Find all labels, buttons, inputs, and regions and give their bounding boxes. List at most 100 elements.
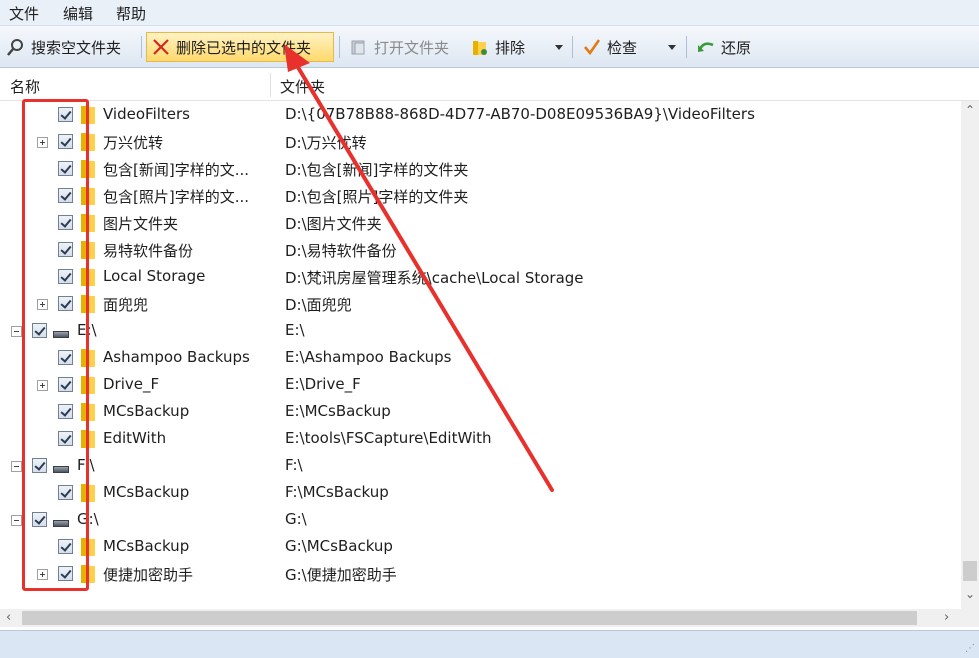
exclude-dropdown-button[interactable] (548, 32, 570, 62)
scroll-right-icon[interactable]: › (944, 610, 949, 625)
folder-icon (81, 430, 95, 448)
folder-icon (81, 538, 95, 556)
tree-row[interactable]: VideoFilters D:\{07B78B88-868D-4D77-AB70… (0, 102, 961, 129)
row-path: E:\MCsBackup (285, 402, 391, 420)
tree-row[interactable]: 便捷加密助手 G:\便捷加密助手 (0, 561, 961, 588)
expand-plus-icon[interactable] (37, 137, 48, 148)
row-name: Local Storage (103, 267, 206, 285)
row-name: G:\ (77, 510, 99, 528)
tree-row[interactable]: Ashampoo Backups E:\Ashampoo Backups (0, 345, 961, 372)
collapse-minus-icon[interactable] (11, 461, 22, 472)
tree-row[interactable]: 包含[照片]字样的文... D:\包含[照片]字样的文件夹 (0, 183, 961, 210)
row-name: 便捷加密助手 (103, 566, 194, 584)
folder-icon (81, 565, 95, 583)
expand-plus-icon[interactable] (37, 380, 48, 391)
column-divider[interactable] (270, 73, 271, 97)
row-name: E:\ (77, 321, 97, 339)
drive-icon (53, 520, 69, 527)
tree-row[interactable]: 图片文件夹 D:\图片文件夹 (0, 210, 961, 237)
folder-icon (81, 268, 95, 286)
horizontal-scrollbar[interactable]: ‹ › (0, 609, 961, 627)
menu-file[interactable]: 文件 (9, 3, 39, 24)
toolbar-separator (339, 36, 340, 58)
row-checkbox[interactable] (58, 350, 73, 365)
row-checkbox[interactable] (58, 242, 73, 257)
toolbar-separator (686, 36, 687, 58)
tree-row[interactable]: EditWith E:\tools\FSCapture\EditWith (0, 426, 961, 453)
tree-row[interactable]: MCsBackup E:\MCsBackup (0, 399, 961, 426)
row-path: E:\ (285, 321, 305, 339)
collapse-minus-icon[interactable] (11, 326, 22, 337)
row-name: MCsBackup (103, 402, 190, 420)
toolbar: 搜索空文件夹 删除已选中的文件夹 打开文件夹 排除 检查 还原 (0, 26, 979, 68)
row-checkbox[interactable] (58, 404, 73, 419)
row-path: G:\便捷加密助手 (285, 566, 397, 584)
row-checkbox[interactable] (32, 512, 47, 527)
row-path: G:\MCsBackup (285, 537, 393, 555)
folder-icon (81, 241, 95, 259)
tree-row[interactable]: Local Storage D:\梵讯房屋管理系统\cache\Local St… (0, 264, 961, 291)
check-dropdown-button[interactable] (661, 32, 683, 62)
column-name-header[interactable]: 名称 (10, 76, 40, 97)
tree-row[interactable]: 万兴优转 D:\万兴优转 (0, 129, 961, 156)
tree-row[interactable]: MCsBackup G:\MCsBackup (0, 534, 961, 561)
row-path: G:\ (285, 510, 307, 528)
check-button[interactable]: 检查 (578, 32, 658, 62)
row-checkbox[interactable] (58, 134, 73, 149)
horizontal-scroll-thumb[interactable] (22, 611, 917, 625)
exclude-label: 排除 (495, 38, 526, 57)
menu-help[interactable]: 帮助 (116, 3, 146, 24)
row-name: F:\ (77, 456, 95, 474)
tree-row-drive[interactable]: G:\ G:\ (0, 507, 961, 534)
scroll-down-icon[interactable]: ⌄ (965, 587, 975, 601)
delete-selected-button[interactable]: 删除已选中的文件夹 (146, 32, 334, 62)
row-path: D:\{07B78B88-868D-4D77-AB70-D08E09536BA9… (285, 105, 755, 123)
folder-icon (81, 376, 95, 394)
drive-icon (53, 466, 69, 473)
row-checkbox[interactable] (58, 296, 73, 311)
tree-row[interactable]: 面兜兜 D:\面兜兜 (0, 291, 961, 318)
tree-row[interactable]: Drive_F E:\Drive_F (0, 372, 961, 399)
column-folder-header[interactable]: 文件夹 (280, 76, 325, 97)
scroll-up-icon[interactable]: ⌃ (965, 103, 975, 117)
row-checkbox[interactable] (58, 539, 73, 554)
tree-row-drive[interactable]: F:\ F:\ (0, 453, 961, 480)
tree-row[interactable]: 易特软件备份 D:\易特软件备份 (0, 237, 961, 264)
row-checkbox[interactable] (58, 485, 73, 500)
search-empty-folders-button[interactable]: 搜索空文件夹 (2, 32, 136, 62)
toolbar-separator (572, 36, 573, 58)
expand-plus-icon[interactable] (37, 569, 48, 580)
row-path: F:\ (285, 456, 303, 474)
row-name: VideoFilters (103, 105, 190, 123)
row-checkbox[interactable] (58, 377, 73, 392)
row-checkbox[interactable] (58, 431, 73, 446)
tree-row-drive[interactable]: E:\ E:\ (0, 318, 961, 345)
folder-icon (81, 133, 95, 151)
row-checkbox[interactable] (58, 215, 73, 230)
resize-grip-icon[interactable]: ⋰ (965, 643, 975, 654)
scroll-left-icon[interactable]: ‹ (6, 610, 11, 625)
vertical-scrollbar[interactable]: ⌃ ⌄ (961, 101, 979, 609)
row-checkbox[interactable] (58, 188, 73, 203)
open-folder-button[interactable]: 打开文件夹 (345, 32, 461, 62)
check-chevron-down-icon (668, 44, 676, 50)
toolbar-separator (141, 36, 142, 58)
row-path: D:\面兜兜 (285, 296, 352, 314)
collapse-minus-icon[interactable] (11, 515, 22, 526)
row-checkbox[interactable] (58, 269, 73, 284)
red-cross-icon (151, 37, 171, 57)
row-checkbox[interactable] (58, 161, 73, 176)
menu-edit[interactable]: 编辑 (63, 3, 93, 24)
tree-row[interactable]: 包含[新闻]字样的文... D:\包含[新闻]字样的文件夹 (0, 156, 961, 183)
row-checkbox[interactable] (58, 107, 73, 122)
row-checkbox[interactable] (32, 458, 47, 473)
vertical-scroll-thumb[interactable] (963, 561, 977, 581)
expand-plus-icon[interactable] (37, 299, 48, 310)
exclude-button[interactable]: 排除 (466, 32, 536, 62)
restore-button[interactable]: 还原 (692, 32, 762, 62)
exclude-chevron-down-icon (555, 44, 563, 50)
folder-icon (81, 160, 95, 178)
tree-row[interactable]: MCsBackup F:\MCsBackup (0, 480, 961, 507)
row-checkbox[interactable] (58, 566, 73, 581)
row-checkbox[interactable] (32, 323, 47, 338)
